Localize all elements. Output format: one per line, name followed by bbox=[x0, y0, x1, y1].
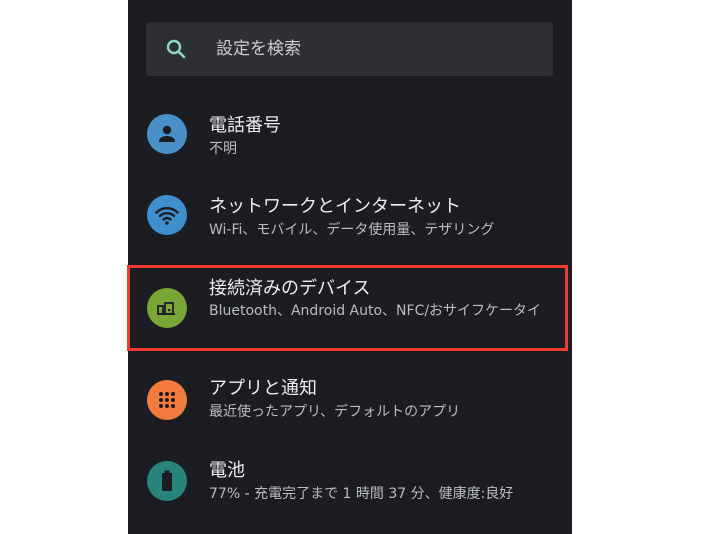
wifi-icon bbox=[147, 195, 187, 235]
item-title: アプリと通知 bbox=[209, 378, 317, 399]
search-placeholder: 設定を検索 bbox=[216, 39, 301, 59]
item-title: 電池 bbox=[209, 460, 245, 481]
item-subtitle: Wi-Fi、モバイル、データ使用量、テザリング bbox=[209, 222, 495, 238]
item-subtitle: 最近使ったアプリ、デフォルトのアプリ bbox=[209, 404, 461, 420]
battery-icon bbox=[147, 461, 187, 501]
person-icon bbox=[147, 114, 187, 154]
search-bar[interactable]: 設定を検索 bbox=[146, 22, 553, 76]
devices-icon bbox=[147, 288, 187, 328]
settings-item-battery[interactable]: 電池 77% - 充電完了まで 1 時間 37 分、健康度:良好 bbox=[128, 446, 572, 518]
settings-item-apps[interactable]: アプリと通知 最近使ったアプリ、デフォルトのアプリ bbox=[128, 364, 572, 436]
item-subtitle: 77% - 充電完了まで 1 時間 37 分、健康度:良好 bbox=[209, 486, 514, 502]
item-title: 接続済みのデバイス bbox=[209, 278, 371, 299]
item-title: ネットワークとインターネット bbox=[209, 196, 461, 217]
item-subtitle: 不明 bbox=[209, 141, 237, 157]
settings-item-network[interactable]: ネットワークとインターネット Wi-Fi、モバイル、データ使用量、テザリング bbox=[128, 182, 572, 254]
item-title: 電話番号 bbox=[209, 115, 281, 136]
search-icon bbox=[166, 39, 186, 59]
item-subtitle: Bluetooth、Android Auto、NFC/おサイフケータイ bbox=[209, 303, 542, 319]
settings-screen: 設定を検索 電話番号 不明 ネットワークとインターネット Wi-Fi、モバイル、… bbox=[128, 0, 572, 534]
settings-item-phone-number[interactable]: 電話番号 不明 bbox=[128, 100, 572, 172]
apps-icon bbox=[147, 380, 187, 420]
settings-item-connected-devices[interactable]: 接続済みのデバイス Bluetooth、Android Auto、NFC/おサイ… bbox=[128, 268, 572, 348]
